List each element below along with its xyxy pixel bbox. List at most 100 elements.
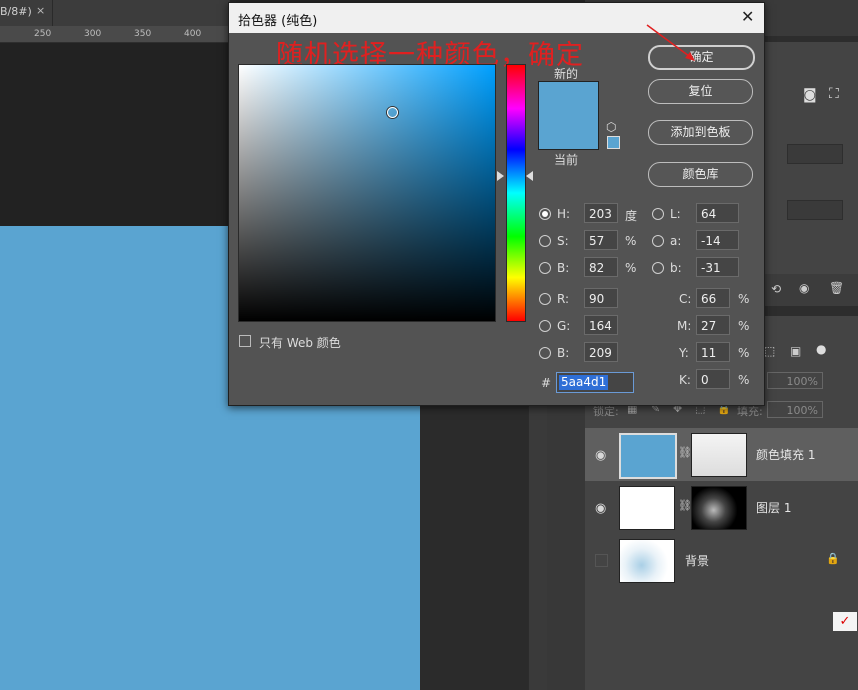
link-icon[interactable]: ⛓ xyxy=(678,499,692,512)
radio-r[interactable] xyxy=(539,293,551,305)
layer-name: 颜色填充 1 xyxy=(756,448,816,462)
horizontal-ruler: 250 300 350 400 xyxy=(0,26,230,43)
link-icon[interactable]: ⟲ xyxy=(771,282,781,296)
property-field[interactable] xyxy=(787,200,843,220)
unit-degree: 度 xyxy=(625,209,638,223)
field-l[interactable]: 64 xyxy=(696,203,739,223)
radio-h[interactable] xyxy=(539,208,551,220)
visibility-eye-icon[interactable]: ◉ xyxy=(595,448,606,463)
color-libraries-button[interactable]: 颜色库 xyxy=(648,162,753,187)
visibility-eye-icon[interactable]: ◉ xyxy=(595,501,606,516)
filter-toggle-icon[interactable]: ● xyxy=(816,342,826,356)
property-field[interactable] xyxy=(787,144,843,164)
layer-row[interactable]: ◉ ⛓ 颜色填充 1 xyxy=(585,428,858,481)
dialog-title: 拾色器 (纯色) xyxy=(238,14,318,29)
layer-thumbnail xyxy=(619,539,675,583)
trash-icon[interactable]: 🗑 xyxy=(829,281,844,295)
transform-icon[interactable]: ⛶ xyxy=(829,86,839,102)
current-color-swatch[interactable] xyxy=(538,119,599,150)
close-icon[interactable]: ✕ xyxy=(741,7,754,26)
mask-thumbnail xyxy=(691,433,747,477)
ruler-tick: 300 xyxy=(84,29,102,39)
fill-field[interactable]: 100% xyxy=(767,401,823,418)
layer-name: 背景 xyxy=(685,554,710,568)
unit-percent: % xyxy=(625,234,637,248)
field-h[interactable]: 203 xyxy=(584,203,618,223)
label-a: a: xyxy=(670,234,682,248)
web-only-checkbox[interactable] xyxy=(239,335,251,347)
filter-artboard-icon[interactable]: ⬚ xyxy=(764,344,775,358)
field-s[interactable]: 57 xyxy=(584,230,618,250)
label-b: B: xyxy=(557,261,570,275)
add-to-swatches-button[interactable]: 添加到色板 xyxy=(648,120,753,145)
hue-slider-left-arrow-icon[interactable] xyxy=(497,171,504,181)
layer-thumbnail xyxy=(619,433,677,479)
layer-name: 图层 1 xyxy=(756,501,792,515)
unit-percent: % xyxy=(738,373,750,387)
field-b[interactable]: 82 xyxy=(584,257,618,277)
visibility-checkbox[interactable] xyxy=(595,554,608,567)
tab-divider xyxy=(52,0,53,26)
label-k: K: xyxy=(679,373,691,387)
field-lab-b[interactable]: -31 xyxy=(696,257,739,277)
radio-lab-b[interactable] xyxy=(652,262,664,274)
web-only-label: 只有 Web 颜色 xyxy=(259,336,341,350)
radio-b[interactable] xyxy=(539,262,551,274)
label-blue: B: xyxy=(557,346,570,360)
hex-label: # xyxy=(541,376,552,390)
mask-thumbnail xyxy=(691,486,747,530)
panel-dock-strip xyxy=(528,404,547,690)
unit-percent: % xyxy=(625,261,637,275)
unit-percent: % xyxy=(738,346,750,360)
field-m[interactable]: 27 xyxy=(696,315,730,335)
current-color-label: 当前 xyxy=(554,153,579,167)
radio-g[interactable] xyxy=(539,320,551,332)
mask-icon[interactable]: ◙ xyxy=(803,87,817,103)
opacity-field[interactable]: 100% xyxy=(767,372,823,389)
label-g: G: xyxy=(557,319,571,333)
annotation-arrow-icon xyxy=(646,24,695,61)
filter-smart-icon[interactable]: ▣ xyxy=(790,344,801,358)
layer-row[interactable]: ◉ ⛓ 图层 1 xyxy=(585,481,858,534)
out-of-gamut-cube-icon[interactable]: ⬡ xyxy=(606,120,616,134)
taskbar-app-icon[interactable]: ✓ xyxy=(833,612,857,631)
field-y[interactable]: 11 xyxy=(696,342,730,362)
saturation-brightness-field[interactable] xyxy=(238,64,496,322)
hue-slider[interactable] xyxy=(506,64,526,322)
layer-row[interactable]: 背景 🔒 xyxy=(585,534,858,587)
radio-s[interactable] xyxy=(539,235,551,247)
link-icon[interactable]: ⛓ xyxy=(678,446,692,459)
unit-percent: % xyxy=(738,319,750,333)
field-r[interactable]: 90 xyxy=(584,288,618,308)
label-l: L: xyxy=(670,207,681,221)
label-y: Y: xyxy=(679,346,689,360)
ruler-tick: 350 xyxy=(134,29,152,39)
field-a[interactable]: -14 xyxy=(696,230,739,250)
radio-blue[interactable] xyxy=(539,347,551,359)
layer-thumbnail xyxy=(619,486,675,530)
new-color-swatch xyxy=(538,81,599,120)
unit-percent: % xyxy=(738,292,750,306)
radio-a[interactable] xyxy=(652,235,664,247)
tab-close-icon[interactable]: × xyxy=(36,4,45,17)
radio-l[interactable] xyxy=(652,208,664,220)
web-safe-swatch[interactable] xyxy=(607,136,620,149)
hue-slider-right-arrow-icon[interactable] xyxy=(526,171,533,181)
field-k[interactable]: 0 xyxy=(696,369,730,389)
field-blue[interactable]: 209 xyxy=(584,342,618,362)
label-h: H: xyxy=(557,207,571,221)
field-g[interactable]: 164 xyxy=(584,315,618,335)
label-m: M: xyxy=(677,319,692,333)
panel-gutter xyxy=(546,404,586,690)
color-cursor[interactable] xyxy=(387,107,398,118)
label-r: R: xyxy=(557,292,570,306)
document-tab-strip: B/8#) × xyxy=(0,0,230,26)
document-tab-label[interactable]: B/8#) xyxy=(0,5,32,18)
field-c[interactable]: 66 xyxy=(696,288,730,308)
reset-button[interactable]: 复位 xyxy=(648,79,753,104)
color-picker-dialog: 拾色器 (纯色) ✕ 随机选择一种颜色，确定 新的 当前 ⬡ 确定 复位 添加到… xyxy=(228,2,765,406)
visibility-icon[interactable]: ◉ xyxy=(799,281,809,295)
label-c: C: xyxy=(679,292,692,306)
hex-input[interactable]: 5aa4d1 xyxy=(556,372,634,393)
label-s: S: xyxy=(557,234,569,248)
